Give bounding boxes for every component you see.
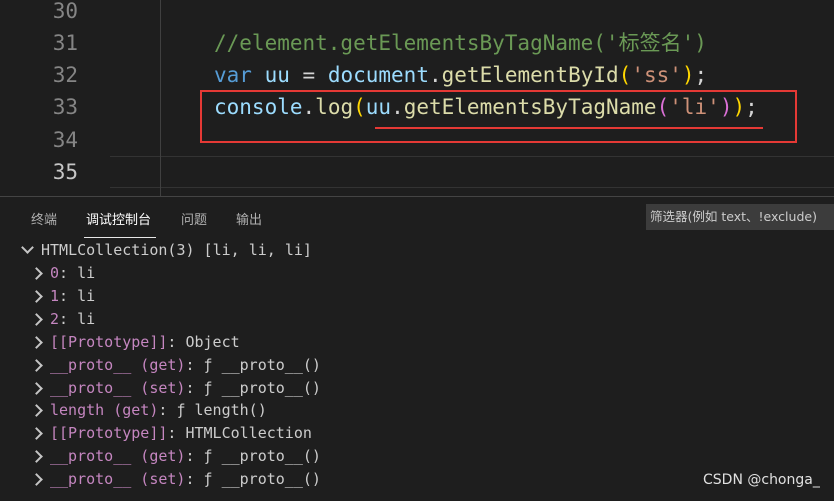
property-value: ƒ __proto__() (203, 355, 321, 374)
chevron-right-icon[interactable] (30, 404, 43, 418)
property-value: ƒ __proto__() (203, 378, 321, 397)
console-tree-item[interactable]: 1: li (50, 285, 95, 307)
property-separator: : (59, 264, 78, 282)
tab-terminal[interactable]: 终端 (31, 209, 57, 228)
console-tree-item[interactable]: __proto__ (get): ƒ __proto__() (50, 445, 321, 467)
chevron-right-icon[interactable] (30, 427, 43, 441)
code-string: 'ss' (631, 63, 682, 87)
line-number: 30 (52, 0, 78, 23)
chevron-right-icon[interactable] (30, 381, 43, 395)
active-tab-indicator (84, 237, 156, 238)
property-key: __proto__ (set) (50, 470, 186, 489)
chevron-right-icon[interactable] (30, 267, 43, 280)
console-tree-item[interactable]: __proto__ (set): ƒ __proto__() (50, 377, 321, 399)
code-line-32[interactable]: var uu = document.getElementById('ss'); (214, 59, 707, 91)
chevron-right-icon[interactable] (30, 290, 43, 303)
property-separator: : (158, 401, 177, 420)
property-key: __proto__ (set) (50, 378, 186, 397)
property-separator: : (167, 424, 186, 443)
console-tree-item[interactable]: [[Prototype]]: HTMLCollection (50, 422, 312, 444)
chevron-down-icon[interactable] (21, 241, 34, 254)
property-key: 1 (50, 286, 60, 305)
property-value: ƒ __proto__() (203, 447, 321, 466)
console-tree-item[interactable]: __proto__ (get): ƒ __proto__() (50, 354, 321, 376)
line-number-current: 35 (52, 160, 78, 184)
property-key: 2 (50, 309, 60, 328)
property-value: li (77, 286, 96, 305)
keyword-var: var (214, 63, 252, 87)
line-number: 34 (52, 128, 78, 152)
console-root-entry[interactable]: HTMLCollection(3) [li, li, li] (41, 239, 312, 261)
property-value: ƒ __proto__() (203, 470, 321, 489)
code-paren: ) (681, 63, 695, 87)
console-tree-item[interactable]: 0: li (50, 262, 95, 284)
console-tree-item[interactable]: __proto__ (set): ƒ __proto__() (50, 468, 321, 490)
line-number: 31 (52, 31, 78, 55)
property-value: li (77, 264, 96, 282)
code-semicolon: ; (694, 63, 708, 87)
property-separator: : (185, 355, 204, 374)
line-number: 32 (52, 63, 78, 87)
property-separator: : (59, 286, 78, 305)
property-value: ƒ length() (176, 401, 267, 420)
property-separator: : (185, 378, 204, 397)
property-key: __proto__ (get) (50, 355, 186, 374)
indent-guide (160, 0, 161, 196)
chevron-right-icon[interactable] (30, 312, 43, 326)
code-operator: = (289, 63, 328, 87)
tab-output[interactable]: 输出 (236, 209, 262, 228)
property-key: 0 (50, 264, 60, 282)
property-value: HTMLCollection (185, 424, 312, 443)
property-key: [[Prototype]] (50, 424, 168, 443)
property-key: [[Prototype]] (50, 332, 168, 351)
code-comment: //element.getElementsByTagName('标签名') (214, 31, 707, 55)
annotation-box (200, 90, 797, 143)
code-paren: ( (618, 63, 632, 87)
property-key: length (get) (50, 401, 159, 420)
code-dot: . (428, 63, 442, 87)
property-separator: : (185, 447, 204, 466)
tab-problems[interactable]: 问题 (181, 209, 207, 228)
code-object: document (327, 63, 429, 87)
property-value: li (77, 309, 96, 328)
chevron-right-icon[interactable] (30, 335, 43, 349)
filter-input[interactable]: 筛选器(例如 text、!exclude) (646, 204, 834, 230)
property-separator: : (59, 309, 78, 328)
code-function: getElementById (441, 63, 619, 87)
code-editor[interactable]: 30 31 32 33 34 35 //element.getElementsB… (0, 0, 834, 196)
watermark: CSDN @chonga_ (703, 472, 820, 488)
current-line-highlight (110, 156, 834, 188)
code-variable: uu (264, 63, 290, 87)
chevron-right-icon[interactable] (30, 358, 43, 372)
console-tree-item[interactable]: length (get): ƒ length() (50, 399, 267, 421)
annotation-underline (375, 127, 763, 129)
code-line-31[interactable]: //element.getElementsByTagName('标签名') (214, 27, 707, 59)
chevron-right-icon[interactable] (30, 473, 43, 486)
property-key: __proto__ (get) (50, 447, 186, 466)
property-value: Object (185, 332, 240, 351)
console-tree-item[interactable]: [[Prototype]]: Object (50, 331, 240, 353)
property-separator: : (185, 470, 204, 489)
chevron-right-icon[interactable] (30, 450, 43, 464)
tab-debug-console[interactable]: 调试控制台 (86, 209, 151, 228)
property-separator: : (167, 332, 186, 351)
bottom-panel: 终端 调试控制台 问题 输出 筛选器(例如 text、!exclude) HTM… (0, 196, 834, 501)
console-tree-item[interactable]: 2: li (50, 308, 95, 330)
line-number: 33 (52, 95, 78, 119)
